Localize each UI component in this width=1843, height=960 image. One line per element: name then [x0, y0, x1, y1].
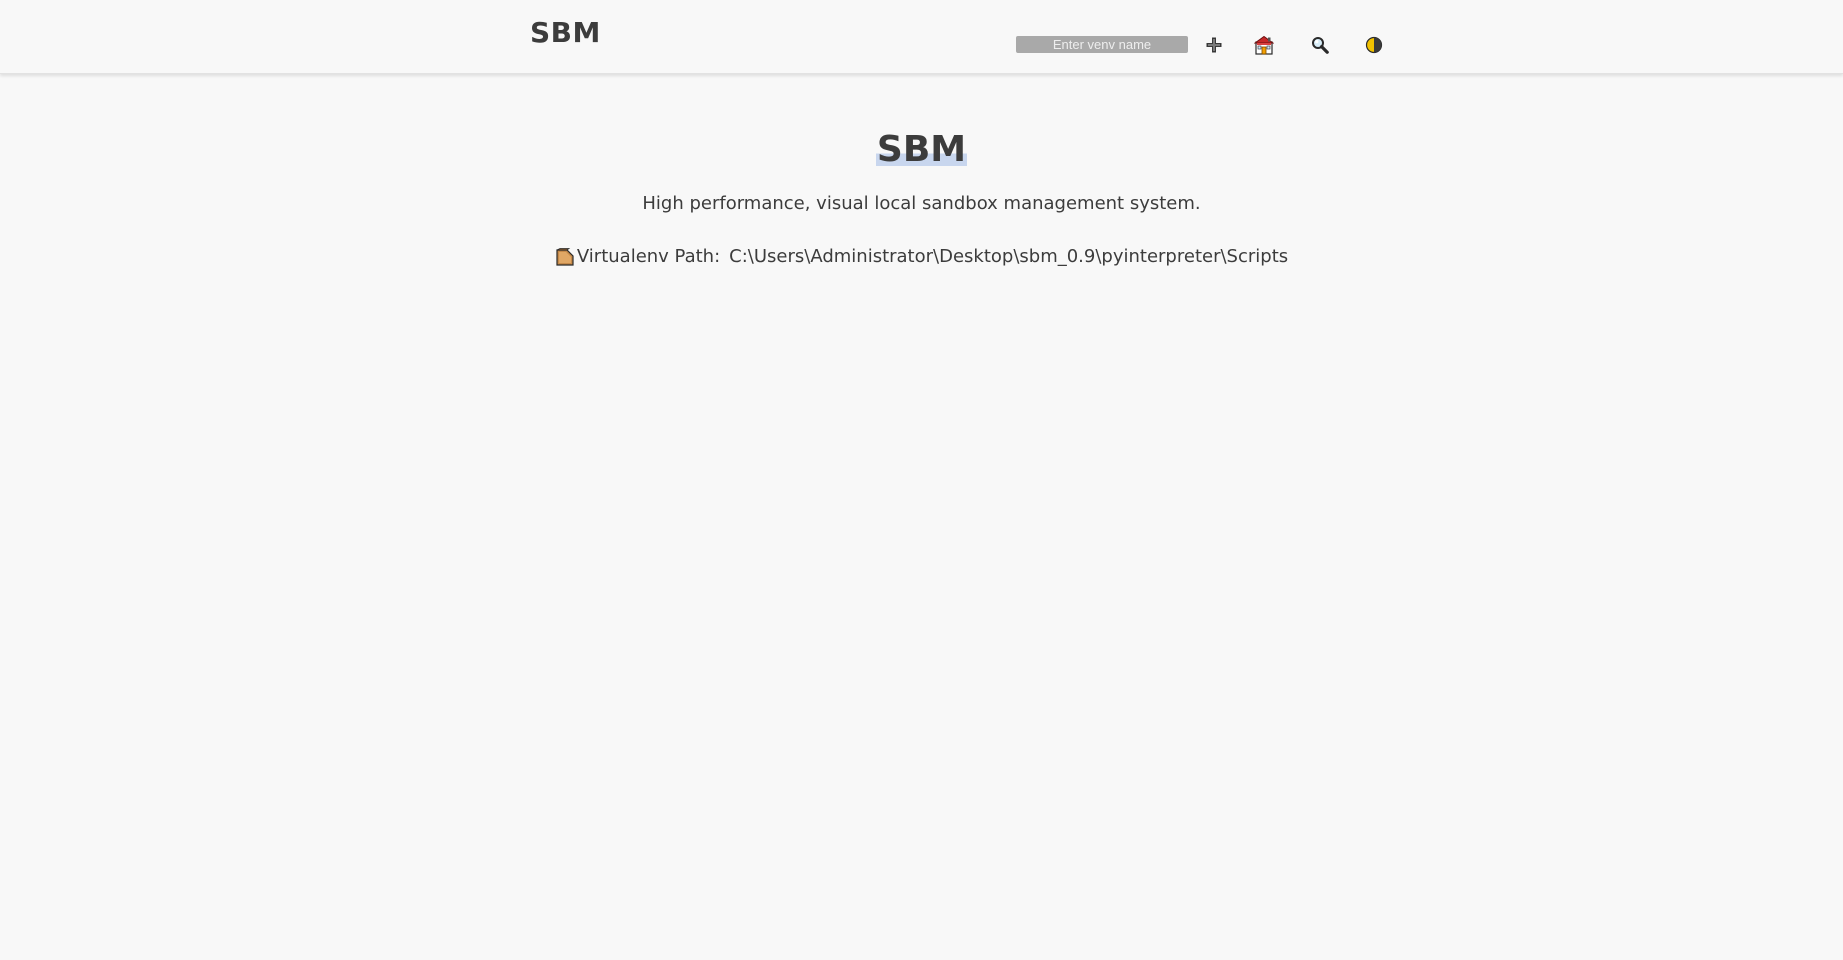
page-title: SBM: [0, 128, 1843, 172]
top-navbar: SBM: [0, 0, 1843, 74]
venv-path-label: Virtualenv Path:: [576, 246, 721, 267]
home-button[interactable]: [1250, 31, 1278, 59]
venv-name-input[interactable]: [1016, 36, 1188, 53]
venv-path-row: Virtualenv Path: C:\Users\Administrator\…: [0, 246, 1843, 267]
venv-path-value: C:\Users\Administrator\Desktop\sbm_0.9\p…: [729, 246, 1289, 267]
theme-toggle-icon: [1365, 36, 1383, 54]
brand-logo-text[interactable]: SBM: [530, 16, 601, 49]
search-button[interactable]: [1306, 31, 1334, 59]
plus-icon: [1206, 37, 1222, 53]
search-icon: [1312, 37, 1329, 54]
page-subtitle: High performance, visual local sandbox m…: [642, 193, 1201, 214]
house-icon: [1254, 35, 1274, 55]
theme-toggle-button[interactable]: [1360, 31, 1388, 59]
page-title-text: SBM: [875, 129, 968, 170]
folder-icon: [555, 247, 575, 267]
add-venv-button[interactable]: [1200, 31, 1228, 59]
